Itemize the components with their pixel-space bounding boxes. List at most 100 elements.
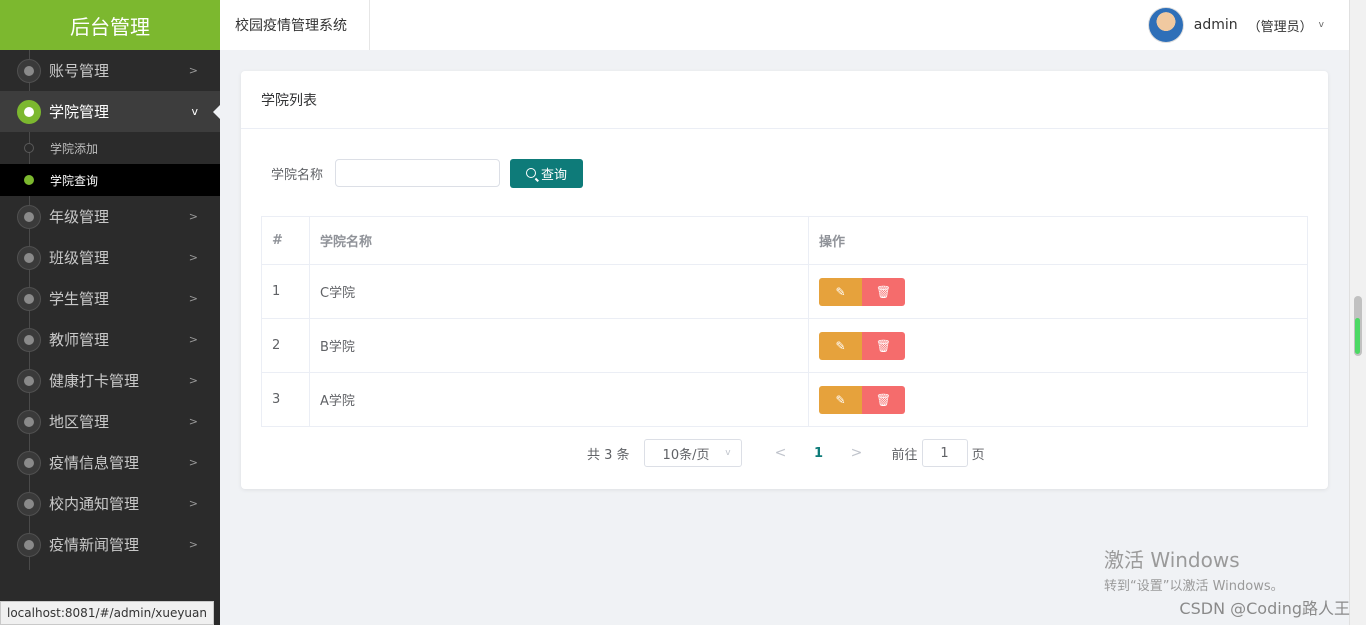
globe-icon bbox=[17, 327, 41, 352]
activation-subtitle: 转到“设置”以激活 Windows。 bbox=[1104, 579, 1284, 594]
column-header-index: # bbox=[261, 216, 310, 265]
search-label: 学院名称 bbox=[271, 167, 324, 183]
sidebar-item-region[interactable]: 地区管理 > bbox=[0, 401, 220, 442]
sidebar-item-label: 疫情新闻管理 bbox=[49, 536, 140, 554]
page-scrollbar[interactable] bbox=[1349, 0, 1366, 625]
table-header-row: # 学院名称 操作 bbox=[261, 216, 1308, 265]
edit-button[interactable]: ✎ bbox=[819, 277, 862, 306]
college-name-input[interactable] bbox=[335, 159, 501, 187]
sidebar-subitem-college-add[interactable]: 学院添加 bbox=[0, 132, 220, 164]
query-button-label: 查询 bbox=[541, 167, 568, 183]
windows-activation-notice: 激活 Windows 转到“设置”以激活 Windows。 bbox=[1104, 544, 1284, 594]
system-title: 校园疫情管理系统 bbox=[220, 0, 370, 50]
edit-icon: ✎ bbox=[835, 392, 846, 407]
sidebar-item-grade[interactable]: 年级管理 > bbox=[0, 196, 220, 237]
card-title: 学院列表 bbox=[241, 71, 1328, 129]
globe-icon bbox=[17, 99, 41, 124]
globe-icon bbox=[17, 532, 41, 557]
row-index: 2 bbox=[261, 318, 310, 373]
delete-button[interactable]: 🗑 bbox=[862, 331, 905, 360]
sidebar-subitem-college-query[interactable]: 学院查询 bbox=[0, 164, 220, 196]
delete-button[interactable]: 🗑 bbox=[862, 385, 905, 414]
page-size-select[interactable]: 10条/页 v bbox=[643, 439, 742, 467]
pagination-total: 共 3 条 bbox=[587, 447, 630, 463]
sidebar-item-label: 地区管理 bbox=[49, 413, 110, 431]
table-row: 2 B学院 ✎ 🗑 bbox=[261, 318, 1308, 373]
chevron-down-icon: v bbox=[191, 105, 198, 118]
chevron-right-icon: > bbox=[188, 374, 198, 387]
sidebar-item-label: 疫情信息管理 bbox=[49, 454, 140, 472]
sidebar-item-student[interactable]: 学生管理 > bbox=[0, 278, 220, 319]
sidebar-item-epidemic-news[interactable]: 疫情新闻管理 > bbox=[0, 524, 220, 565]
circle-icon bbox=[24, 143, 34, 153]
edit-button[interactable]: ✎ bbox=[819, 331, 862, 360]
table-row: 1 C学院 ✎ 🗑 bbox=[261, 264, 1308, 319]
sidebar-item-label: 健康打卡管理 bbox=[49, 372, 140, 390]
sidebar-item-teacher[interactable]: 教师管理 > bbox=[0, 319, 220, 360]
sidebar-item-label: 账号管理 bbox=[49, 62, 110, 80]
chevron-right-icon: > bbox=[188, 497, 198, 510]
next-page-button[interactable]: > bbox=[838, 445, 876, 461]
globe-icon bbox=[17, 58, 41, 83]
sidebar-item-class[interactable]: 班级管理 > bbox=[0, 237, 220, 278]
search-form: 学院名称 查询 bbox=[271, 158, 584, 188]
globe-icon bbox=[17, 286, 41, 311]
pagination: 共 3 条 10条/页 v < 1 > 前往 1 页 bbox=[587, 439, 985, 467]
delete-button[interactable]: 🗑 bbox=[862, 277, 905, 306]
edit-icon: ✎ bbox=[835, 338, 846, 353]
chevron-down-icon: v bbox=[725, 448, 731, 458]
search-icon bbox=[526, 168, 536, 178]
trash-icon: 🗑 bbox=[875, 392, 892, 407]
sidebar-subitem-label: 学院查询 bbox=[50, 173, 99, 188]
page-suffix: 页 bbox=[971, 447, 985, 463]
chevron-right-icon: > bbox=[188, 538, 198, 551]
sidebar-item-college[interactable]: 学院管理 v bbox=[0, 91, 220, 132]
globe-icon bbox=[17, 368, 41, 393]
trash-icon: 🗑 bbox=[875, 338, 892, 353]
user-name[interactable]: admin bbox=[1194, 17, 1238, 33]
table-row: 3 A学院 ✎ 🗑 bbox=[261, 372, 1308, 427]
activation-title: 激活 Windows bbox=[1104, 548, 1240, 572]
chevron-right-icon: > bbox=[188, 333, 198, 346]
row-college-name: A学院 bbox=[309, 372, 809, 427]
sidebar-item-epidemic-info[interactable]: 疫情信息管理 > bbox=[0, 442, 220, 483]
sidebar-item-health-checkin[interactable]: 健康打卡管理 > bbox=[0, 360, 220, 401]
query-button[interactable]: 查询 bbox=[510, 158, 584, 188]
row-actions: ✎ 🗑 bbox=[808, 318, 1308, 373]
browser-status-url: localhost:8081/#/admin/xueyuan bbox=[0, 601, 214, 625]
row-actions: ✎ 🗑 bbox=[808, 264, 1308, 319]
sidebar: 后台管理 账号管理 > 学院管理 v 学院添加 学院查询 年级管理 > 班级管理… bbox=[0, 0, 220, 625]
sidebar-subitem-label: 学院添加 bbox=[50, 141, 99, 156]
avatar[interactable] bbox=[1147, 7, 1184, 43]
sidebar-item-label: 年级管理 bbox=[49, 208, 110, 226]
row-actions: ✎ 🗑 bbox=[808, 372, 1308, 427]
page-number-current[interactable]: 1 bbox=[812, 446, 826, 461]
page-size-value: 10条/页 bbox=[662, 447, 710, 463]
edit-icon: ✎ bbox=[835, 284, 846, 299]
globe-icon bbox=[17, 245, 41, 270]
prev-page-button[interactable]: < bbox=[762, 445, 800, 461]
app-logo: 后台管理 bbox=[0, 0, 220, 50]
edit-button[interactable]: ✎ bbox=[819, 385, 862, 414]
college-list-card: 学院列表 学院名称 查询 # 学院名称 操作 1 C学院 ✎ 🗑 2 B学院 ✎… bbox=[241, 71, 1328, 489]
row-index: 3 bbox=[261, 372, 310, 427]
chevron-right-icon: > bbox=[188, 292, 198, 305]
goto-page-input[interactable]: 1 bbox=[921, 439, 968, 467]
globe-icon bbox=[17, 450, 41, 475]
sidebar-item-account[interactable]: 账号管理 > bbox=[0, 50, 220, 91]
globe-icon bbox=[17, 204, 41, 229]
chevron-right-icon: > bbox=[188, 64, 198, 77]
watermark: CSDN @Coding路人王 bbox=[1179, 599, 1350, 618]
row-college-name: B学院 bbox=[309, 318, 809, 373]
user-role[interactable]: （管理员） bbox=[1248, 16, 1313, 35]
row-index: 1 bbox=[261, 264, 310, 319]
user-menu[interactable]: admin （管理员） v bbox=[1147, 7, 1324, 43]
active-indicator bbox=[213, 105, 220, 119]
top-header: 校园疫情管理系统 admin （管理员） v bbox=[220, 0, 1350, 50]
chevron-down-icon[interactable]: v bbox=[1319, 20, 1324, 30]
column-header-name: 学院名称 bbox=[309, 216, 809, 265]
circle-icon bbox=[24, 175, 34, 185]
globe-icon bbox=[17, 491, 41, 516]
chevron-right-icon: > bbox=[188, 251, 198, 264]
sidebar-item-campus-notice[interactable]: 校内通知管理 > bbox=[0, 483, 220, 524]
